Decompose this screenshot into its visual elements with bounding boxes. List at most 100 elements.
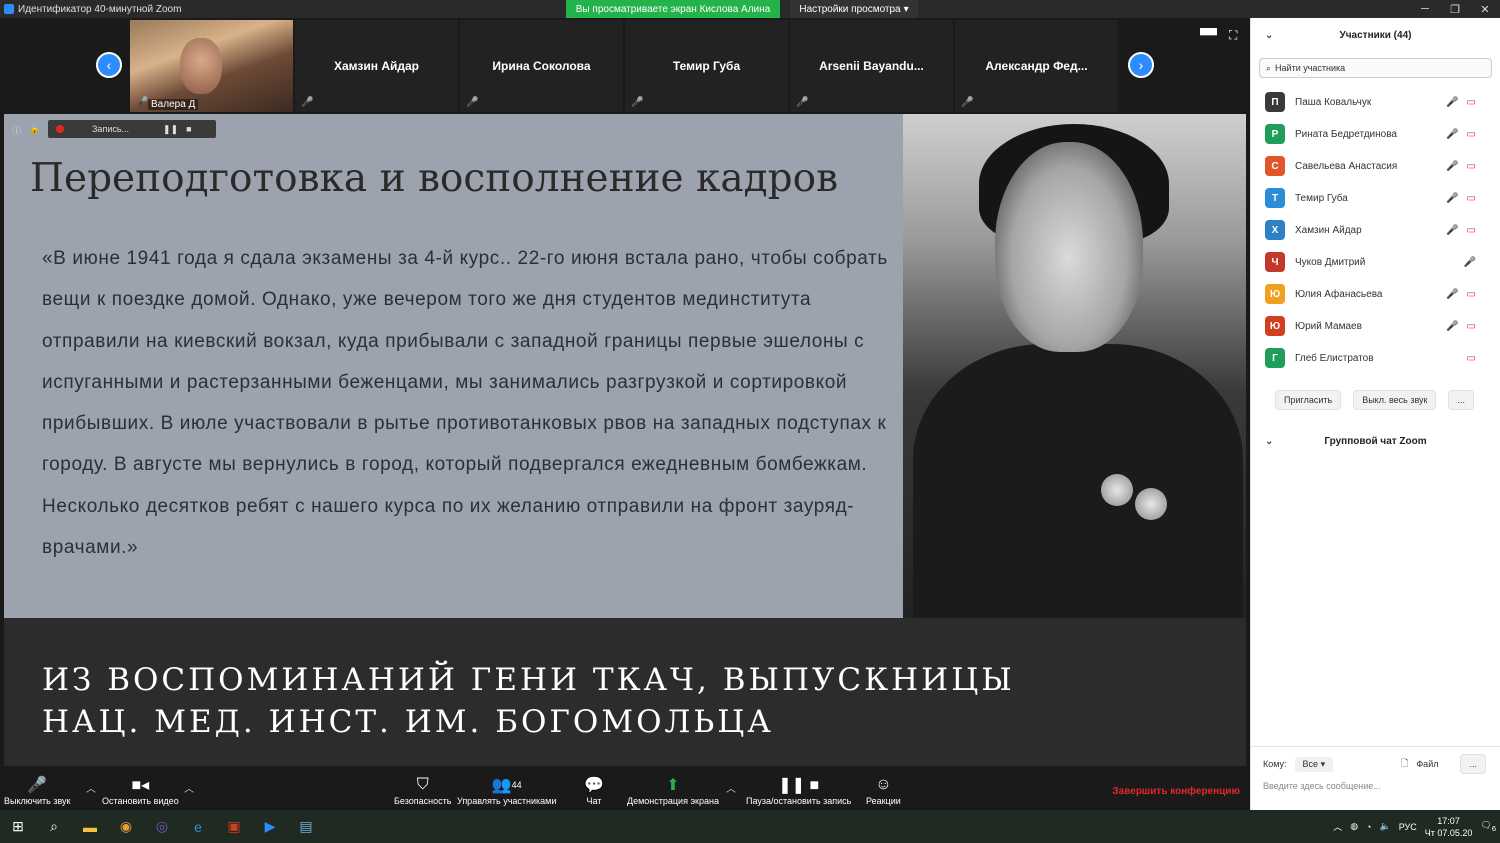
shield-icon: ⛉	[416, 776, 429, 793]
video-off-icon: ▭	[1466, 160, 1476, 172]
pause-stop-icon: ❚❚ ■	[778, 777, 820, 794]
info-icon[interactable]: ⓘ	[12, 124, 21, 137]
mic-muted-icon: 🎤	[631, 97, 644, 108]
chat-compose: Кому: Все ▾ 🗋 Файл ... Введите здесь соо…	[1251, 746, 1500, 797]
view-options-button[interactable]: Настройки просмотра ▾	[790, 0, 918, 18]
participant-list: П Паша Ковальчук 🎤 ▭ Р Рината Бедретдинова 🎤 ▭…	[1251, 82, 1500, 374]
windows-start-icon[interactable]: ⊞	[0, 810, 36, 843]
gallery-view-icon[interactable]: ▀▀	[1200, 28, 1217, 43]
video-camera-icon: ■◂	[131, 777, 150, 794]
recording-dot-icon	[56, 125, 64, 133]
participants-button[interactable]: 👥 44 Управлять участниками	[457, 774, 556, 806]
chevron-down-icon[interactable]: ⌄	[1265, 436, 1273, 447]
zoom-logo-icon	[4, 4, 14, 14]
mic-muted-icon: 🎤	[1446, 192, 1459, 204]
more-options-button[interactable]: ...	[1448, 390, 1474, 410]
list-item[interactable]: Т Темир Губа 🎤 ▭	[1251, 182, 1500, 214]
video-off-icon: ▭	[1466, 352, 1476, 364]
notifications-icon[interactable]: 🗨6	[1480, 820, 1496, 833]
security-button[interactable]: ⛉ Безопасность	[394, 774, 451, 806]
video-tile[interactable]: Ирина Соколова 🎤	[460, 20, 623, 112]
invite-button[interactable]: Пригласить	[1275, 390, 1342, 410]
share-screen-button[interactable]: ⬆ Демонстрация экрана	[627, 774, 719, 806]
prev-page-button[interactable]: ‹	[96, 52, 122, 78]
share-screen-icon: ⬆	[666, 777, 680, 794]
chevron-up-icon[interactable]: ︿	[86, 780, 96, 795]
chat-bubble-icon: 💬	[584, 777, 604, 794]
image-viewer-icon[interactable]: ▤	[288, 810, 324, 843]
fullscreen-icon[interactable]: ⛶	[1229, 28, 1237, 43]
volume-icon[interactable]: 🔈	[1379, 821, 1390, 832]
participant-search-input[interactable]: ⌕ Найти участника	[1259, 58, 1492, 78]
list-item[interactable]: Ч Чуков Дмитрий 🎤	[1251, 246, 1500, 278]
chat-more-button[interactable]: ...	[1460, 754, 1486, 774]
chevron-down-icon[interactable]: ⌄	[1265, 30, 1273, 41]
chrome-icon[interactable]: ◉	[108, 810, 144, 843]
recording-label: Запись...	[92, 124, 130, 134]
video-off-icon: ▭	[1466, 128, 1476, 140]
video-tile[interactable]: Темир Губа 🎤	[625, 20, 788, 112]
list-item[interactable]: С Савельева Анастасия 🎤 ▭	[1251, 150, 1500, 182]
chevron-up-icon[interactable]: ︿	[184, 780, 194, 795]
mute-button[interactable]: 🎤 Выключить звук	[4, 774, 71, 806]
chat-recipient-select[interactable]: Все ▾	[1294, 756, 1334, 772]
clock[interactable]: 17:07 Чт 07.05.20	[1425, 815, 1473, 839]
slide-title: Переподготовка и восполнение кадров	[30, 156, 839, 201]
mic-muted-icon: 🎤	[1446, 96, 1459, 108]
mic-muted-icon: 🎤	[1446, 128, 1459, 140]
list-item[interactable]: Г Глеб Елистратов ▭	[1251, 342, 1500, 374]
video-off-icon: ▭	[1466, 288, 1476, 300]
list-item[interactable]: Р Рината Бедретдинова 🎤 ▭	[1251, 118, 1500, 150]
slide-quote: «В июне 1941 года я сдала экзамены за 4-…	[42, 248, 888, 559]
list-item[interactable]: Ю Юлия Афанасьева 🎤 ▭	[1251, 278, 1500, 310]
lock-icon[interactable]: 🔒	[29, 124, 40, 137]
slide-caption: ИЗ ВОСПОМИНАНИЙ ГЕНИ ТКАЧ, ВЫПУСКНИЦЫ НА…	[42, 662, 1015, 740]
chat-button[interactable]: 💬 Чат	[584, 774, 604, 806]
video-tile-self[interactable]: 🎤 Валера Д	[130, 20, 293, 112]
pause-recording-icon[interactable]: ❚❚	[163, 124, 178, 135]
window-title: Идентификатор 40-минутной Zoom	[18, 3, 182, 15]
video-tile[interactable]: Александр Фед... 🎤	[955, 20, 1118, 112]
list-item[interactable]: П Паша Ковальчук 🎤 ▭	[1251, 86, 1500, 118]
viber-icon[interactable]: ◎	[144, 810, 180, 843]
smiley-icon: ☺	[875, 776, 892, 793]
chevron-up-icon[interactable]: ︿	[726, 780, 736, 795]
zoom-icon[interactable]: ▶	[252, 810, 288, 843]
video-tile[interactable]: Arsenii Bayandu... 🎤	[790, 20, 953, 112]
language-indicator[interactable]: РУС	[1399, 822, 1417, 832]
reactions-button[interactable]: ☺ Реакции	[866, 774, 901, 806]
powerpoint-icon[interactable]: ▣	[216, 810, 252, 843]
chat-header[interactable]: ⌄ Групповой чат Zoom	[1251, 424, 1500, 458]
file-button[interactable]: Файл	[1416, 759, 1438, 769]
chevron-up-icon[interactable]: ︿	[1333, 820, 1342, 833]
stop-video-button[interactable]: ■◂ Остановить видео	[102, 774, 179, 806]
file-icon[interactable]: 🗋	[1401, 756, 1408, 772]
mic-muted-icon: 🎤	[1446, 160, 1459, 172]
minimize-icon[interactable]: ─	[1410, 0, 1440, 18]
participants-header[interactable]: ⌄ Участники (44)	[1251, 18, 1500, 52]
network-icon[interactable]: ◔	[1366, 822, 1371, 832]
recording-bar: Запись... ❚❚ ■	[48, 120, 216, 138]
search-icon[interactable]: ⌕	[36, 810, 72, 843]
close-icon[interactable]: ✕	[1470, 0, 1500, 18]
mic-muted-icon: 🎤	[1446, 224, 1459, 236]
end-meeting-button[interactable]: Завершить конференцию	[1112, 786, 1240, 797]
video-tile[interactable]: Хамзин Айдар 🎤	[295, 20, 458, 112]
stop-recording-icon[interactable]: ■	[186, 124, 191, 134]
mic-muted-icon: 🎤	[961, 97, 974, 108]
chevron-down-icon: ▾	[903, 3, 909, 15]
list-item[interactable]: Ю Юрий Мамаев 🎤 ▭	[1251, 310, 1500, 342]
edge-icon[interactable]: e	[180, 810, 216, 843]
mic-muted-icon: 🎤	[1446, 320, 1459, 332]
next-page-button[interactable]: ›	[1128, 52, 1154, 78]
list-item[interactable]: Х Хамзин Айдар 🎤 ▭	[1251, 214, 1500, 246]
chat-to-label: Кому:	[1263, 759, 1287, 769]
folder-icon[interactable]: ▬	[72, 810, 108, 843]
title-bar: Идентификатор 40-минутной Zoom Вы просма…	[0, 0, 1500, 18]
mute-all-button[interactable]: Выкл. весь звук	[1353, 390, 1437, 410]
mic-muted-icon: 🎤	[1446, 288, 1459, 300]
maximize-icon[interactable]: ❐	[1440, 0, 1470, 18]
chat-message-input[interactable]: Введите здесь сообщение...	[1251, 775, 1500, 797]
tray-app-icon[interactable]: ◍	[1350, 821, 1358, 832]
record-button[interactable]: ❚❚ ■ Пауза/остановить запись	[746, 774, 851, 806]
